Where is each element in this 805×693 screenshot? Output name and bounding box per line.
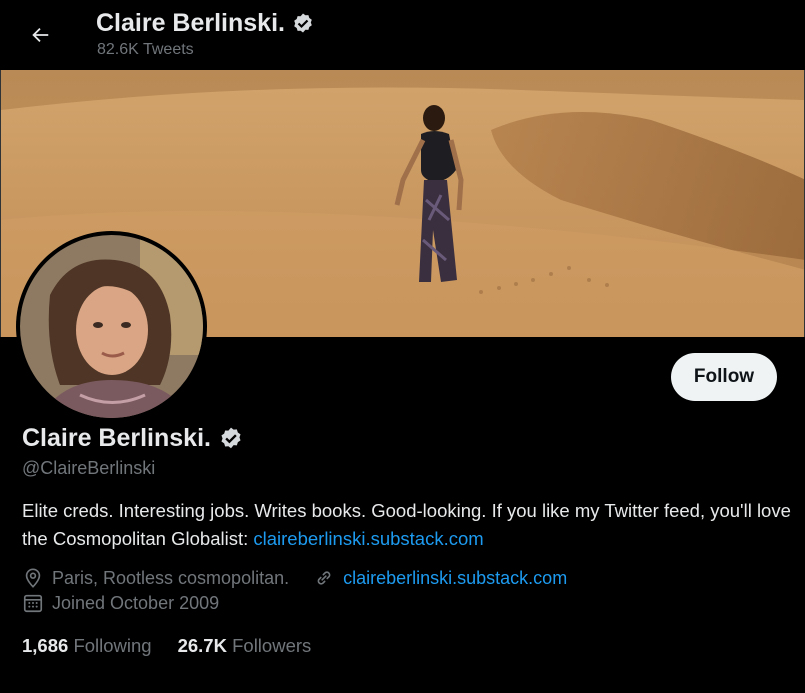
bio-link[interactable]: claireberlinski.substack.com: [253, 528, 483, 549]
link-icon: [317, 571, 331, 585]
following-stat[interactable]: 1,686 Following: [22, 635, 152, 657]
follow-button[interactable]: Follow: [671, 353, 777, 401]
verified-badge-icon: [294, 13, 312, 32]
followers-count: 26.7K: [177, 635, 227, 656]
profile-bio: Elite creds. Interesting jobs. Writes bo…: [22, 497, 792, 553]
profile-website-link[interactable]: claireberlinski.substack.com: [343, 568, 567, 589]
location-pin-icon: [25, 568, 41, 588]
profile-joined-row: Joined October 2009: [22, 592, 219, 614]
profile-display-name: Claire Berlinski.: [22, 424, 211, 452]
followers-stat[interactable]: 26.7K Followers: [178, 635, 312, 657]
calendar-icon: [23, 594, 43, 613]
followers-label: Followers: [232, 635, 312, 656]
avatar[interactable]: [16, 231, 207, 422]
back-button[interactable]: [22, 17, 58, 53]
header-title: Claire Berlinski.: [96, 9, 315, 38]
back-arrow-icon: [32, 27, 49, 43]
verified-badge-icon[interactable]: [218, 426, 244, 452]
tweet-count: 82.6K Tweets: [97, 41, 194, 58]
profile-name: Claire Berlinski.: [22, 424, 244, 453]
top-bar: Claire Berlinski. 82.6K Tweets: [0, 0, 805, 70]
avatar-image: [20, 235, 203, 418]
following-label: Following: [73, 635, 152, 656]
profile-location: Paris, Rootless cosmopolitan.: [52, 567, 290, 588]
profile-meta-row: Paris, Rootless cosmopolitan. claireberl…: [22, 567, 567, 589]
profile-handle: @ClaireBerlinski: [22, 458, 156, 478]
profile-joined-date: Joined October 2009: [52, 592, 220, 613]
header-name: Claire Berlinski.: [96, 9, 285, 37]
profile-stats: 1,686 Following 26.7K Followers: [22, 635, 311, 657]
following-count: 1,686: [22, 635, 69, 656]
